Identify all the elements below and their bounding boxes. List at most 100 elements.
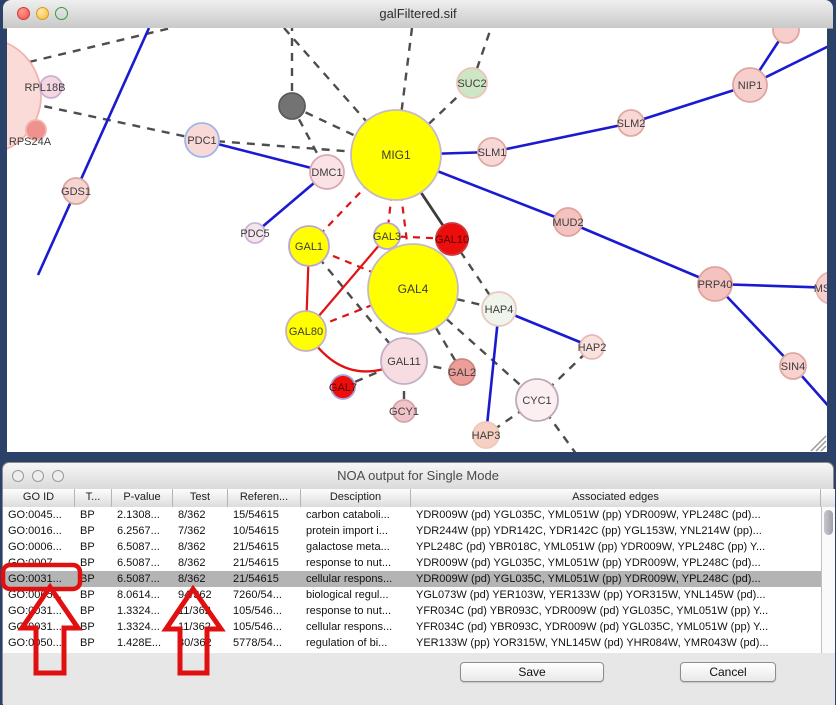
node-HAP3[interactable] bbox=[473, 422, 499, 448]
table-cell: YER133W (pp) YOR315W, YNL145W (pd) YHR08… bbox=[411, 635, 821, 651]
network-canvas[interactable]: RPL18BRPS24AGDS1PDC1DMC1MIG1SUC2SLM1SLM2… bbox=[7, 28, 827, 452]
node-DMC1[interactable] bbox=[310, 155, 344, 189]
table-cell: 8.0614... bbox=[112, 587, 173, 603]
node-CYC1[interactable] bbox=[516, 379, 558, 421]
node-HAP2[interactable] bbox=[580, 335, 604, 359]
table-cell: GO:0016... bbox=[3, 523, 75, 539]
node-SIN4[interactable] bbox=[780, 353, 806, 379]
column-header-p-value[interactable]: P-value bbox=[112, 489, 173, 507]
table-cell: YDR244W (pp) YDR142C, YDR142C (pp) YGL15… bbox=[411, 523, 821, 539]
table-cell: 21/54615 bbox=[228, 539, 301, 555]
column-header-desciption[interactable]: Desciption bbox=[301, 489, 411, 507]
node-unlabeled[interactable] bbox=[773, 28, 799, 43]
table-row[interactable]: GO:0016...BP6.2567...7/36210/54615protei… bbox=[3, 523, 821, 539]
table-cell: response to nut... bbox=[301, 603, 411, 619]
node-PDC1[interactable] bbox=[185, 123, 219, 157]
table-header: GO IDT...P-valueTestReferen...Desciption… bbox=[3, 489, 835, 508]
table-cell: GO:0031... bbox=[3, 603, 75, 619]
table-row[interactable]: GO:0065...BP8.0614...94/3627260/54...bio… bbox=[3, 587, 821, 603]
table-cell: 21/54615 bbox=[228, 571, 301, 587]
table-row[interactable]: GO:0031...BP1.3324...11/362105/546...res… bbox=[3, 603, 821, 619]
window-title: galFiltered.sif bbox=[3, 6, 833, 21]
table-cell: regulation of bi... bbox=[301, 635, 411, 651]
table-cell: BP bbox=[75, 539, 112, 555]
table-cell: YDR009W (pd) YGL035C, YML051W (pp) YDR00… bbox=[411, 555, 821, 571]
network-edge[interactable] bbox=[492, 123, 631, 152]
node-SLM2[interactable] bbox=[618, 110, 644, 136]
vertical-scrollbar[interactable] bbox=[821, 507, 835, 653]
table-cell: BP bbox=[75, 555, 112, 571]
table-cell: 7260/54... bbox=[228, 587, 301, 603]
noa-titlebar[interactable]: NOA output for Single Mode bbox=[3, 463, 833, 490]
save-button[interactable]: Save bbox=[460, 662, 604, 682]
table-cell: response to nut... bbox=[301, 555, 411, 571]
table-cell: biological regul... bbox=[301, 587, 411, 603]
noa-panel-title: NOA output for Single Mode bbox=[3, 468, 833, 483]
table-row[interactable]: GO:0045...BP2.1308...8/36215/54615carbon… bbox=[3, 507, 821, 523]
node-GAL10[interactable] bbox=[436, 223, 468, 255]
node-GAL7[interactable] bbox=[331, 375, 355, 399]
table-cell: 8/362 bbox=[173, 555, 228, 571]
scrollbar-thumb[interactable] bbox=[824, 510, 833, 535]
network-edge[interactable] bbox=[29, 28, 171, 62]
panel-footer: Save Cancel bbox=[3, 653, 835, 705]
node-GAL1[interactable] bbox=[289, 226, 329, 266]
node-GAL80[interactable] bbox=[286, 311, 326, 351]
table-row[interactable]: GO:0006...BP6.5087...8/36221/54615galact… bbox=[3, 539, 821, 555]
column-header-test[interactable]: Test bbox=[173, 489, 228, 507]
table-cell: BP bbox=[75, 571, 112, 587]
table-row[interactable]: GO:0050...BP1.428E...80/3625778/54...reg… bbox=[3, 635, 821, 651]
network-window: galFiltered.sif RPL18BRPS24AGDS1PDC1DMC1… bbox=[3, 0, 833, 459]
network-edge[interactable] bbox=[568, 222, 715, 284]
column-header-go-id[interactable]: GO ID bbox=[3, 489, 75, 507]
column-header-t-[interactable]: T... bbox=[75, 489, 112, 507]
window-titlebar[interactable]: galFiltered.sif bbox=[3, 0, 833, 29]
node-RPS24A[interactable] bbox=[26, 120, 46, 140]
column-header-stub bbox=[821, 489, 834, 507]
table-cell: 105/546... bbox=[228, 603, 301, 619]
node-unlabeled[interactable] bbox=[279, 93, 305, 119]
table-cell: BP bbox=[75, 603, 112, 619]
table-cell: GO:0031... bbox=[3, 571, 75, 587]
table-cell: GO:0045... bbox=[3, 507, 75, 523]
table-cell: 8/362 bbox=[173, 571, 228, 587]
table-cell: BP bbox=[75, 619, 112, 635]
node-RPL18B[interactable] bbox=[40, 76, 62, 98]
node-GAL11[interactable] bbox=[381, 338, 427, 384]
node-PDC5[interactable] bbox=[245, 223, 265, 243]
table-cell: GO:0065... bbox=[3, 587, 75, 603]
column-header-associated-edges[interactable]: Associated edges bbox=[411, 489, 821, 507]
node-SUC2[interactable] bbox=[457, 68, 487, 98]
table-cell: galactose meta... bbox=[301, 539, 411, 555]
table-cell: 7/362 bbox=[173, 523, 228, 539]
node-GCY1[interactable] bbox=[393, 400, 415, 422]
table-cell: GO:0007... bbox=[3, 555, 75, 571]
table-cell: 1.3324... bbox=[112, 619, 173, 635]
column-header-referen-[interactable]: Referen... bbox=[228, 489, 301, 507]
table-cell: BP bbox=[75, 523, 112, 539]
table-row[interactable]: GO:0031...BP6.5087...8/36221/54615cellul… bbox=[3, 571, 821, 587]
node-GDS1[interactable] bbox=[63, 178, 89, 204]
cancel-button[interactable]: Cancel bbox=[680, 662, 776, 682]
node-SLM1[interactable] bbox=[478, 138, 506, 166]
node-MUD2[interactable] bbox=[554, 208, 582, 236]
node-GAL2[interactable] bbox=[449, 359, 475, 385]
node-MSN[interactable] bbox=[816, 272, 827, 304]
table-cell: BP bbox=[75, 587, 112, 603]
table-row[interactable]: GO:0031...BP1.3324...11/362105/546...cel… bbox=[3, 619, 821, 635]
node-PRP40[interactable] bbox=[698, 267, 732, 301]
network-edge[interactable] bbox=[38, 28, 149, 275]
table-cell: YPL248C (pd) YBR018C, YML051W (pp) YDR00… bbox=[411, 539, 821, 555]
node-HAP4[interactable] bbox=[482, 292, 516, 326]
node-NIP1[interactable] bbox=[733, 68, 767, 102]
network-edge[interactable] bbox=[486, 309, 499, 435]
table-row[interactable]: GO:0007...BP6.5087...8/36221/54615respon… bbox=[3, 555, 821, 571]
network-edge[interactable] bbox=[631, 85, 750, 123]
table-cell: GO:0050... bbox=[3, 635, 75, 651]
node-GAL3[interactable] bbox=[374, 223, 400, 249]
resize-grip[interactable] bbox=[811, 436, 826, 451]
node-GAL4[interactable] bbox=[368, 244, 458, 334]
node-MIG1[interactable] bbox=[351, 110, 441, 200]
table-cell: YFR034C (pd) YBR093C, YDR009W (pd) YGL03… bbox=[411, 619, 821, 635]
table-cell: 6.2567... bbox=[112, 523, 173, 539]
